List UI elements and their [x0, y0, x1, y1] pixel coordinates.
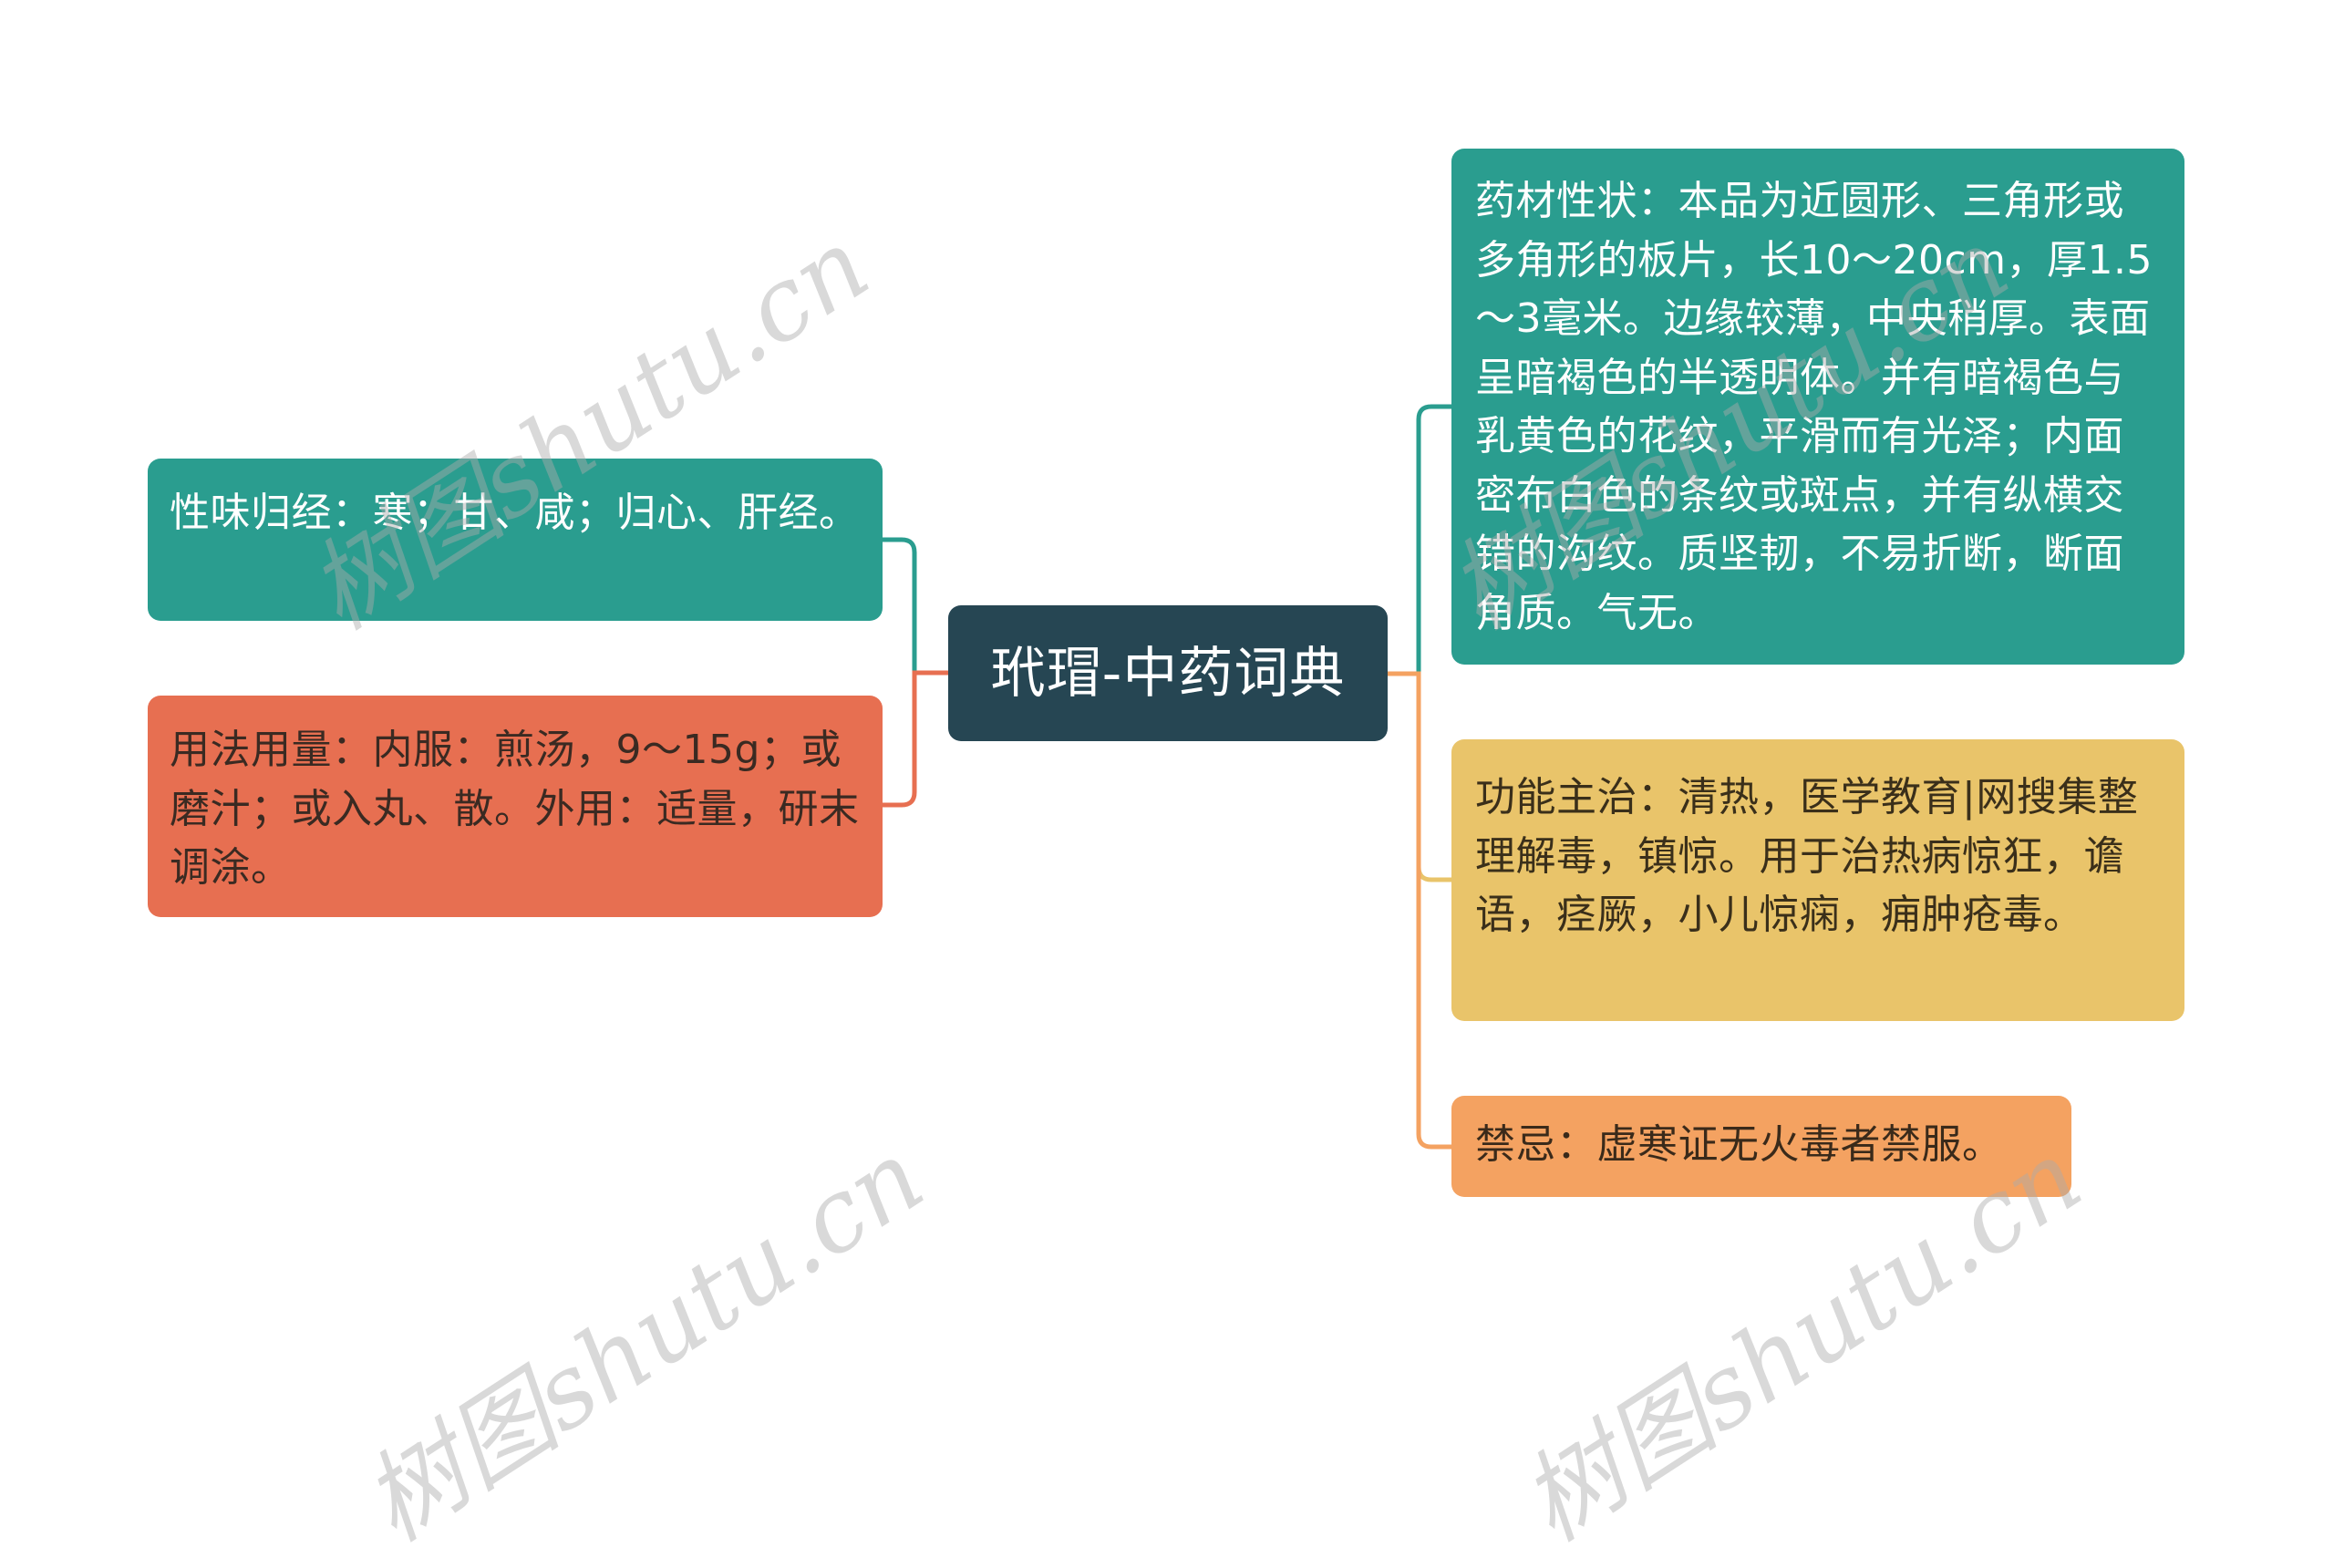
topic-nature-meridian[interactable]: 性味归经：寒；甘、咸；归心、肝经。 — [148, 459, 883, 621]
topic-usage-dosage[interactable]: 用法用量：内服：煎汤，9～15g；或磨汁；或入丸、散。外用：适量，研末调涂。 — [148, 696, 883, 917]
topic-label: 性味归经：寒；甘、咸；归心、肝经。 — [170, 490, 860, 536]
connector-right-3 — [1388, 671, 1451, 1150]
topic-label: 用法用量：内服：煎汤，9～15g；或磨汁；或入丸、散。外用：适量，研末调涂。 — [170, 727, 860, 891]
connector-right-1 — [1388, 404, 1451, 676]
topic-label: 禁忌：虚寒证无火毒者禁服。 — [1475, 1121, 2003, 1168]
root-topic[interactable]: 玳瑁-中药词典 — [948, 605, 1388, 741]
topic-label: 功能主治：清热，医学教育|网搜集整理解毒，镇惊。用于治热病惊狂，谵语，痉厥，小儿… — [1475, 774, 2139, 938]
topic-contraindications[interactable]: 禁忌：虚寒证无火毒者禁服。 — [1451, 1096, 2071, 1197]
topic-functions[interactable]: 功能主治：清热，医学教育|网搜集整理解毒，镇惊。用于治热病惊狂，谵语，痉厥，小儿… — [1451, 739, 2184, 1021]
topic-label: 药材性状：本品为近圆形、三角形或多角形的板片，长10～20cm，厚1.5～3毫米… — [1475, 178, 2153, 636]
topic-characteristics[interactable]: 药材性状：本品为近圆形、三角形或多角形的板片，长10～20cm，厚1.5～3毫米… — [1451, 149, 2184, 665]
root-topic-label: 玳瑁-中药词典 — [990, 641, 1346, 706]
connector-left-2 — [883, 670, 948, 808]
connector-left-1 — [883, 537, 948, 676]
